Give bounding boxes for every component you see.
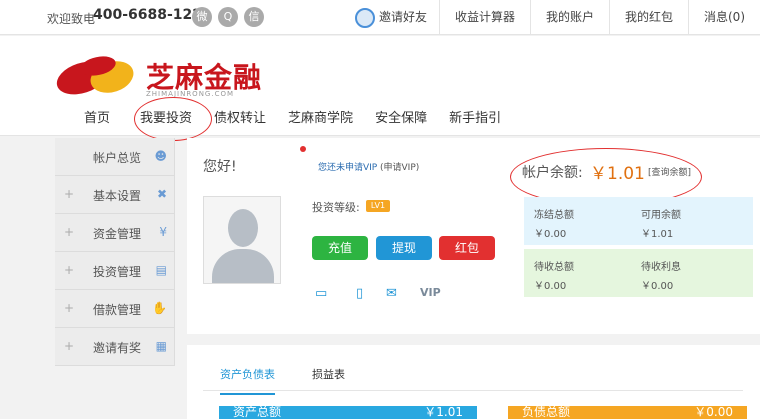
stat-receivable-total: 待收总额 ￥0.00 [534, 258, 574, 292]
sidebar-item-referral[interactable]: + 邀请有奖 ▦ [55, 328, 174, 366]
hotline-number: 400-6688-122 [93, 7, 203, 23]
investment-level-label: 投资等级: [312, 201, 360, 214]
vip-status-link[interactable]: 您还未申请VIP [318, 160, 377, 173]
account-overview-panel: 您好! 您还未申请VIP (申请VIP) 投资等级: LV1 充值 提现 红包 … [187, 138, 760, 334]
weibo-icon[interactable]: 微 [192, 7, 212, 27]
total-liabilities-label: 负债总额 [522, 406, 571, 419]
stat-label: 待收利息 [641, 262, 681, 273]
tools-icon: ✖ [156, 187, 167, 201]
total-liabilities-bar: 负债总额 ￥0.00 [508, 406, 747, 419]
stat-row-receivable: 待收总额 ￥0.00 待收利息 ￥0.00 [524, 249, 753, 297]
avatar[interactable] [203, 196, 281, 284]
invite-friends-label: 邀请好友 [378, 10, 427, 24]
sidebar-item-settings[interactable]: + 基本设置 ✖ [55, 176, 174, 214]
withdraw-button[interactable]: 提现 [376, 236, 432, 260]
avatar-body [212, 249, 274, 283]
welcome-text: 欢迎致电 [47, 12, 96, 26]
yen-icon: ¥ [159, 225, 167, 239]
total-assets-value: ￥1.01 [424, 406, 463, 419]
level-badge: LV1 [366, 200, 390, 212]
logo-icon[interactable] [54, 50, 138, 100]
my-redpacket-link[interactable]: 我的红包 [608, 0, 688, 35]
nav-beginner-guide[interactable]: 新手指引 [449, 108, 501, 130]
sidebar-item-investments[interactable]: + 投资管理 ▤ [55, 252, 174, 290]
notification-dot [300, 146, 306, 152]
stat-receivable-interest: 待收利息 ￥0.00 [641, 258, 681, 292]
nav-security[interactable]: 安全保障 [375, 108, 427, 130]
chart-icon: ▤ [155, 263, 167, 277]
sidebar-item-label: 帐户总览 [93, 151, 142, 165]
sidebar-item-funds[interactable]: + 资金管理 ¥ [55, 214, 174, 252]
total-assets-bar: 资产总额 ￥1.01 [219, 406, 477, 419]
greeting: 您好! [203, 159, 237, 175]
gift-icon: ▦ [155, 339, 167, 353]
stat-value: ￥1.01 [641, 229, 674, 240]
sidebar-item-label: 投资管理 [93, 265, 142, 279]
stat-frozen: 冻结总额 ￥0.00 [534, 206, 574, 240]
my-account-link[interactable]: 我的账户 [529, 0, 609, 35]
expand-icon: + [64, 187, 75, 201]
avatar-icon [354, 7, 375, 28]
stat-label: 可用余额 [641, 210, 681, 221]
sidebar-item-label: 资金管理 [93, 227, 142, 241]
invite-friends-link[interactable]: 邀请好友 [354, 0, 439, 35]
total-liabilities-value: ￥0.00 [694, 406, 733, 419]
vip-icon[interactable]: VIP [420, 286, 441, 299]
sidebar-item-overview[interactable]: 帐户总览 ☻ [55, 138, 174, 176]
stat-value: ￥0.00 [534, 281, 567, 292]
bank-card-icon[interactable]: ▭ [315, 286, 327, 301]
nav-academy[interactable]: 芝麻商学院 [288, 108, 353, 130]
expand-icon: + [64, 339, 75, 353]
phone-icon[interactable]: ▯ [356, 286, 363, 301]
total-assets-label: 资产总额 [233, 406, 282, 419]
redpacket-button[interactable]: 红包 [439, 236, 495, 260]
expand-icon: + [64, 263, 75, 277]
mail-icon[interactable]: ✉ [386, 286, 397, 301]
tab-divider [203, 390, 743, 391]
statements-panel: 资产负债表 损益表 资产总额 ￥1.01 负债总额 ￥0.00 [187, 345, 760, 419]
qq-icon[interactable]: Q [218, 7, 238, 27]
expand-icon: + [64, 301, 75, 315]
sidebar-item-loans[interactable]: + 借款管理 ✋ [55, 290, 174, 328]
annotation-circle [134, 97, 212, 141]
logo-subtext: ZHIMAJINRONG.COM [146, 90, 235, 98]
nav-debt-transfer[interactable]: 债权转让 [214, 108, 266, 130]
stat-label: 冻结总额 [534, 210, 574, 221]
stat-value: ￥0.00 [641, 281, 674, 292]
hand-icon: ✋ [152, 301, 167, 315]
site-header: 芝麻金融 ZHIMAJINRONG.COM 首页 我要投资 债权转让 芝麻商学院… [0, 36, 760, 141]
recharge-button[interactable]: 充值 [312, 236, 368, 260]
sidebar-item-label: 基本设置 [93, 189, 142, 203]
wechat-icon[interactable]: 信 [244, 7, 264, 27]
stat-available: 可用余额 ￥1.01 [641, 206, 681, 240]
profit-calculator-link[interactable]: 收益计算器 [438, 0, 530, 35]
user-icon: ☻ [154, 149, 167, 163]
stat-label: 待收总额 [534, 262, 574, 273]
sidebar-item-label: 邀请有奖 [93, 341, 142, 355]
stat-value: ￥0.00 [534, 229, 567, 240]
avatar-head [228, 209, 258, 247]
expand-icon: + [64, 225, 75, 239]
account-sidebar: 帐户总览 ☻ + 基本设置 ✖ + 资金管理 ¥ + 投资管理 ▤ + 借款管理… [55, 138, 175, 366]
tab-income-statement[interactable]: 损益表 [312, 366, 345, 382]
top-bar: 欢迎致电 400-6688-122 微 Q 信 邀请好友 收益计算器 我的账户 … [0, 0, 760, 35]
sidebar-item-label: 借款管理 [93, 303, 142, 317]
stat-row-frozen-available: 冻结总额 ￥0.00 可用余额 ￥1.01 [524, 197, 753, 245]
nav-home[interactable]: 首页 [84, 108, 110, 130]
messages-link[interactable]: 消息(0) [688, 0, 760, 35]
top-links: 邀请好友 收益计算器 我的账户 我的红包 消息(0) [354, 0, 760, 35]
account-stats: 冻结总额 ￥0.00 可用余额 ￥1.01 待收总额 ￥0.00 待收利息 ￥0… [524, 197, 753, 301]
apply-vip-link[interactable]: (申请VIP) [380, 160, 419, 173]
